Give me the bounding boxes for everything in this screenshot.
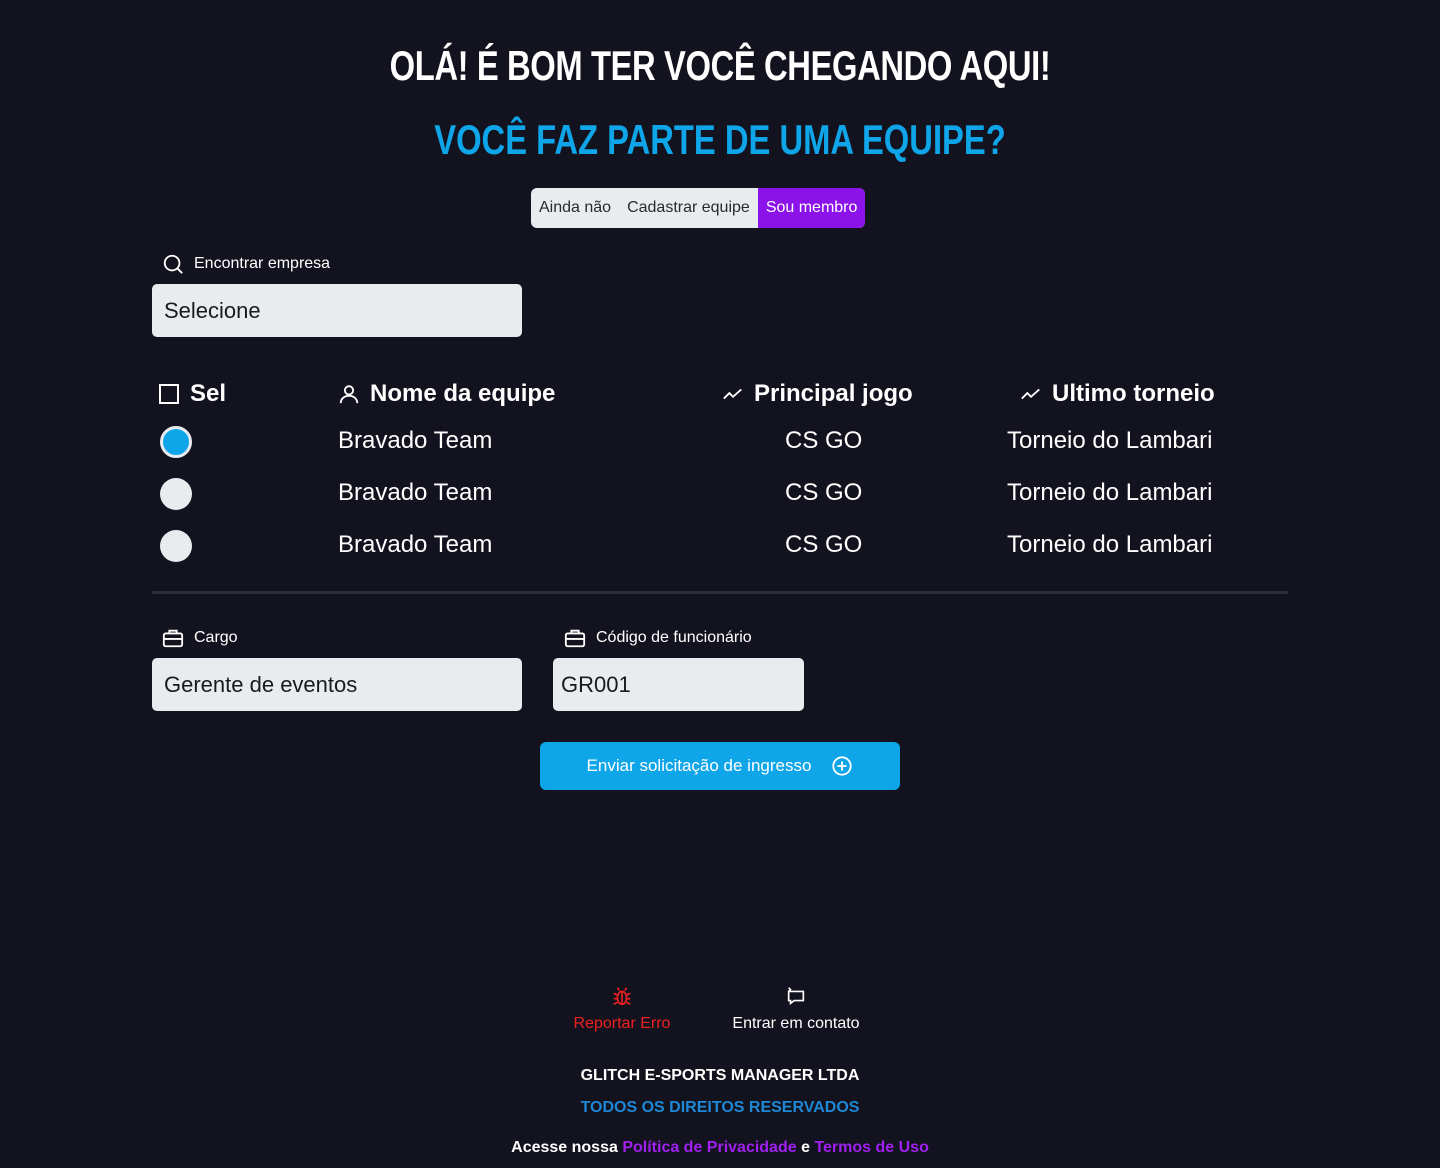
all-rights-reserved: TODOS OS DIREITOS RESERVADOS bbox=[580, 1099, 860, 1116]
policy-and: e bbox=[801, 1139, 810, 1156]
main-game-cell: CS GO bbox=[785, 427, 863, 454]
send-join-request-label: Enviar solicitação de ingresso bbox=[586, 756, 812, 775]
role-label: Cargo bbox=[194, 629, 238, 646]
column-header-main-game-label: Principal jogo bbox=[754, 380, 913, 407]
company-select[interactable]: Selecione bbox=[152, 284, 522, 337]
company-search-label: Encontrar empresa bbox=[194, 255, 331, 272]
role-input[interactable]: Gerente de eventos bbox=[152, 658, 522, 711]
main-game-cell: CS GO bbox=[785, 531, 863, 558]
last-tournament-cell: Torneio do Lambari bbox=[1007, 531, 1213, 558]
employee-code-label: Código de funcionário bbox=[596, 629, 752, 646]
policy-line: Acesse nossa Política de Privacidade e T… bbox=[0, 1139, 1440, 1157]
section-divider bbox=[152, 591, 1288, 594]
column-header-main-game: Principal jogo bbox=[722, 380, 913, 408]
policy-prefix: Acesse nossa bbox=[511, 1139, 618, 1156]
contact-link[interactable]: Entrar em contato bbox=[716, 985, 876, 1033]
company-search-label-row: Encontrar empresa bbox=[162, 253, 330, 275]
team-radio-2[interactable] bbox=[160, 478, 192, 510]
briefcase-icon bbox=[162, 629, 184, 648]
last-tournament-cell: Torneio do Lambari bbox=[1007, 479, 1213, 506]
contact-label: Entrar em contato bbox=[732, 1015, 860, 1032]
search-icon bbox=[163, 254, 183, 274]
briefcase-icon bbox=[564, 629, 586, 648]
trend-icon bbox=[723, 388, 742, 400]
bug-icon bbox=[613, 987, 631, 1006]
report-error-link[interactable]: Reportar Erro bbox=[562, 985, 682, 1033]
team-choice-segmented-control: Ainda não Cadastrar equipe Sou membro bbox=[531, 188, 866, 228]
team-name-cell: Bravado Team bbox=[338, 479, 493, 506]
team-radio-3[interactable] bbox=[160, 530, 192, 562]
terms-of-use-link[interactable]: Termos de Uso bbox=[814, 1139, 928, 1156]
role-label-row: Cargo bbox=[162, 627, 238, 649]
column-header-select: Sel bbox=[158, 380, 226, 408]
column-header-team-name-label: Nome da equipe bbox=[370, 380, 556, 407]
privacy-policy-link[interactable]: Política de Privacidade bbox=[622, 1139, 796, 1156]
company-name: GLITCH E-SPORTS MANAGER LTDA bbox=[580, 1067, 860, 1084]
chat-icon bbox=[787, 987, 805, 1005]
last-tournament-cell: Torneio do Lambari bbox=[1007, 427, 1213, 454]
column-header-last-tournament-label: Ultimo torneio bbox=[1052, 380, 1215, 407]
column-header-select-label: Sel bbox=[190, 380, 227, 407]
page-subtitle: VOCÊ FAZ PARTE DE UMA EQUIPE? bbox=[434, 116, 1006, 163]
send-join-request-button[interactable]: Enviar solicitação de ingresso bbox=[540, 742, 900, 790]
column-header-last-tournament: Ultimo torneio bbox=[1020, 380, 1215, 408]
team-name-cell: Bravado Team bbox=[338, 531, 493, 558]
report-error-label: Reportar Erro bbox=[573, 1015, 671, 1032]
column-header-team-name: Nome da equipe bbox=[338, 380, 555, 408]
checkbox-icon[interactable] bbox=[158, 383, 180, 405]
page-title: OLÁ! É BOM TER VOCÊ CHEGANDO AQUI! bbox=[389, 42, 1051, 89]
option-cadastrar-equipe[interactable]: Cadastrar equipe bbox=[619, 188, 758, 228]
team-radio-1[interactable] bbox=[160, 426, 192, 458]
team-name-cell: Bravado Team bbox=[338, 427, 493, 454]
option-sou-membro[interactable]: Sou membro bbox=[757, 188, 866, 228]
employee-code-label-row: Código de funcionário bbox=[564, 627, 752, 649]
trend-icon bbox=[1021, 388, 1040, 400]
employee-code-input[interactable]: GR001 bbox=[553, 658, 804, 711]
user-icon bbox=[339, 385, 359, 404]
main-game-cell: CS GO bbox=[785, 479, 863, 506]
plus-circle-icon bbox=[832, 756, 853, 776]
option-ainda-nao[interactable]: Ainda não bbox=[531, 188, 619, 228]
